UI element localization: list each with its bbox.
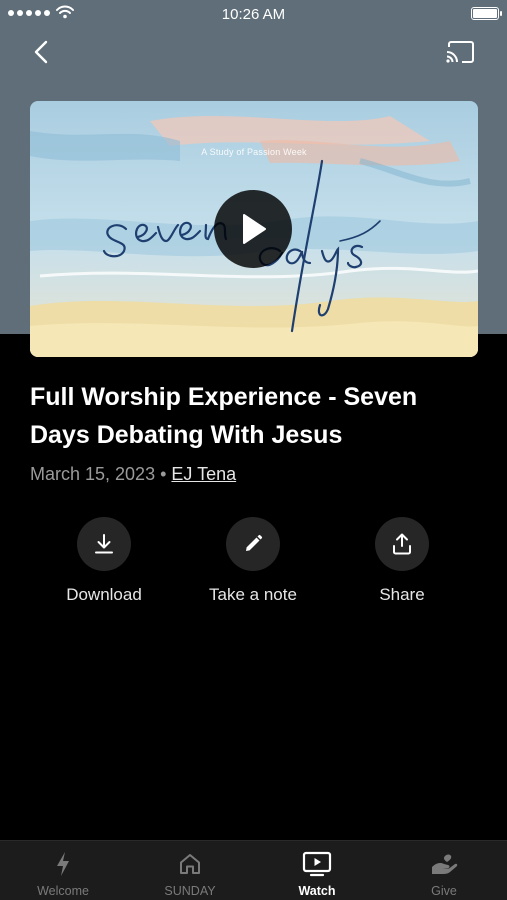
take-note-circle[interactable] bbox=[226, 517, 280, 571]
download-button[interactable]: Download bbox=[34, 517, 174, 605]
home-icon bbox=[180, 854, 200, 874]
tv-play-icon bbox=[302, 851, 332, 877]
play-icon bbox=[243, 214, 266, 244]
share-circle[interactable] bbox=[375, 517, 429, 571]
author-link[interactable]: EJ Tena bbox=[171, 464, 236, 484]
share-icon bbox=[393, 533, 411, 555]
tab-label: Give bbox=[431, 884, 457, 898]
status-time: 10:26 AM bbox=[221, 6, 286, 23]
sermon-title: Full Worship Experience - Seven Days Deb… bbox=[30, 383, 418, 449]
tab-sunday[interactable]: SUNDAY bbox=[127, 841, 253, 900]
download-icon bbox=[95, 534, 113, 554]
giving-hand-icon bbox=[432, 854, 458, 874]
chevron-left-icon bbox=[34, 40, 48, 64]
back-button[interactable] bbox=[26, 36, 56, 68]
cast-button[interactable] bbox=[444, 38, 476, 66]
lightning-icon bbox=[57, 852, 69, 876]
cast-icon bbox=[446, 41, 474, 63]
sermon-date: March 15, 2023 bbox=[30, 464, 156, 484]
take-note-label: Take a note bbox=[209, 585, 297, 604]
video-player[interactable]: A Study of Passion Week bbox=[30, 101, 478, 357]
tab-label: Welcome bbox=[37, 884, 89, 898]
tab-label: Watch bbox=[298, 884, 336, 898]
pencil-icon bbox=[246, 534, 263, 551]
meta-separator: • bbox=[160, 464, 167, 484]
battery-icon bbox=[471, 7, 502, 20]
tab-welcome[interactable]: Welcome bbox=[0, 841, 126, 900]
share-label: Share bbox=[379, 585, 425, 604]
tab-give[interactable]: Give bbox=[381, 841, 507, 900]
share-button[interactable]: Share bbox=[332, 517, 472, 605]
tab-label: SUNDAY bbox=[164, 884, 216, 898]
play-button[interactable] bbox=[214, 190, 292, 268]
download-circle[interactable] bbox=[77, 517, 131, 571]
action-row: Download Take a note Share bbox=[0, 517, 507, 617]
status-bar: 10:26 AM bbox=[0, 0, 507, 28]
take-note-button[interactable]: Take a note bbox=[183, 517, 323, 605]
sermon-meta: March 15, 2023 • EJ Tena bbox=[30, 464, 236, 485]
download-label: Download bbox=[66, 585, 142, 604]
tab-watch[interactable]: Watch bbox=[254, 841, 380, 900]
tab-bar: Welcome SUNDAY Watch Give bbox=[0, 840, 507, 900]
